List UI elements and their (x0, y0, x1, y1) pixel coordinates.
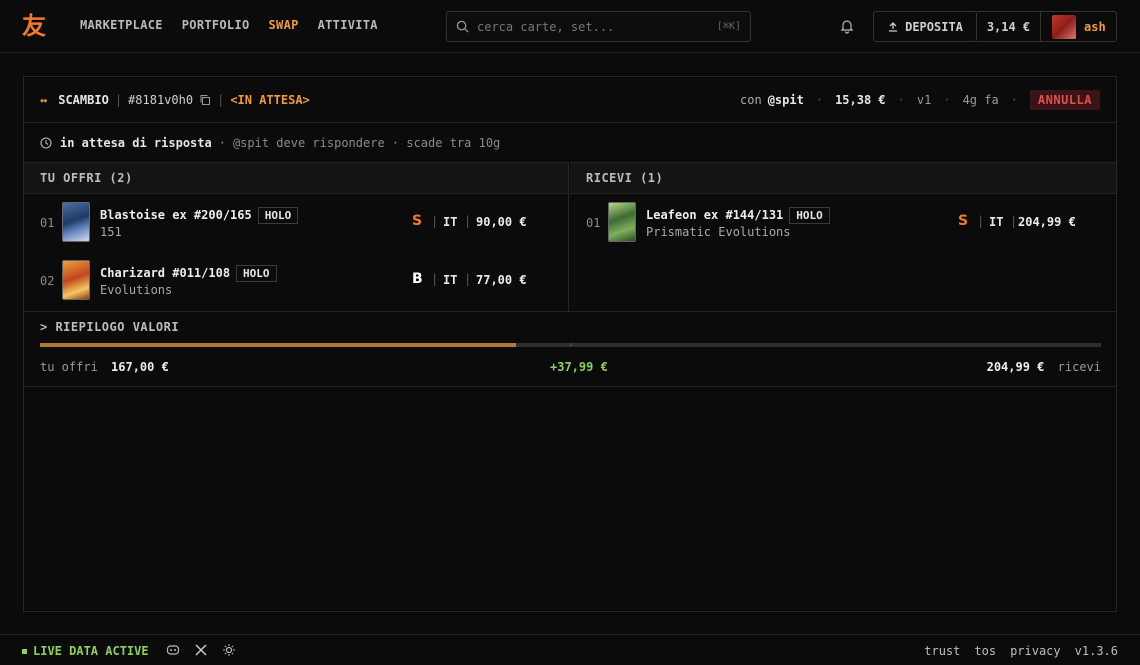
trade-id: #8181v0h0 (128, 92, 194, 107)
username: ash (1084, 19, 1106, 34)
trade-meta: con @spit · 15,38 € · v1 · 4g fa · ANNUL… (740, 90, 1100, 110)
row-index: 01 (586, 216, 601, 230)
card-language: IT (443, 215, 458, 229)
receive-header: RICEVI (1) (570, 162, 1116, 194)
receive-row[interactable]: 01 Leafeon ex #144/131 HOLO Prismatic Evo… (570, 194, 1116, 246)
card-set: Evolutions (100, 283, 173, 297)
nav-links: MARKETPLACE PORTFOLIO SWAP ATTIVITA (80, 18, 378, 32)
deposit-button[interactable]: DEPOSITA (873, 11, 977, 42)
trade-amount: 15,38 € (835, 93, 886, 107)
condition-badge: B (412, 271, 423, 287)
logo[interactable]: 友 (22, 13, 46, 39)
trade-title: SCAMBIO (58, 92, 109, 107)
receive-total: 204,99 € ricevi (987, 360, 1101, 374)
card-price: 204,99 € (1018, 215, 1076, 229)
row-index: 01 (40, 216, 55, 230)
live-indicator: LIVE DATA ACTIVE (22, 644, 149, 658)
footer-links: trust tos privacy v1.3.6 (924, 644, 1118, 658)
receive-column: RICEVI (1) 01 Leafeon ex #144/131 HOLO Pr… (570, 162, 1116, 312)
condition-badge: S (412, 213, 423, 229)
bell-icon[interactable] (839, 18, 855, 34)
footer-link-trust[interactable]: trust (924, 644, 960, 658)
offer-row[interactable]: 01 Blastoise ex #200/165 HOLO 151 S | IT … (24, 194, 568, 246)
offer-row[interactable]: 02 Charizard #011/108 HOLO Evolutions B |… (24, 252, 568, 304)
counterparty[interactable]: @spit (768, 93, 804, 107)
card-name: Blastoise ex #200/165 (100, 208, 252, 222)
nav-link-attivita[interactable]: ATTIVITA (318, 18, 378, 32)
nav-link-portfolio[interactable]: PORTFOLIO (182, 18, 250, 32)
card-image (62, 202, 90, 242)
holo-badge: HOLO (257, 207, 299, 224)
swap-icon: ↔ (40, 92, 48, 107)
card-name: Charizard #011/108 (100, 266, 231, 280)
offer-total-label: tu offri (40, 360, 98, 374)
trade-substatus: in attesa di risposta · @spit deve rispo… (24, 123, 1116, 162)
card-price: 90,00 € (476, 215, 527, 229)
card-language: IT (443, 273, 458, 287)
upload-icon (889, 21, 898, 32)
card-price: 77,00 € (476, 273, 527, 287)
card-set: Prismatic Evolutions (646, 225, 791, 239)
receive-total-value: 204,99 € (986, 360, 1045, 374)
search-placeholder: cerca carte, set... (477, 19, 615, 34)
trade-header: ↔ SCAMBIO | #8181v0h0 | <IN ATTESA> con … (24, 77, 1116, 123)
app-version: v1.3.6 (1074, 644, 1118, 658)
bar-midpoint (570, 343, 572, 347)
live-label: LIVE DATA ACTIVE (33, 644, 149, 658)
nav-link-swap[interactable]: SWAP (269, 18, 299, 32)
holo-badge: HOLO (236, 265, 277, 282)
balance[interactable]: 3,14 € (977, 11, 1040, 42)
card-name: Leafeon ex #144/131 (646, 208, 784, 222)
substatus-note: @spit deve rispondere · scade tra 10g (232, 135, 501, 150)
summary-header[interactable]: > RIEPILOGO VALORI (40, 320, 179, 334)
user-menu[interactable]: ash (1040, 11, 1117, 42)
discord-icon[interactable] (166, 643, 180, 657)
cancel-button[interactable]: ANNULLA (1029, 90, 1100, 110)
card-language: IT (989, 215, 1004, 229)
substatus-text: in attesa di risposta (60, 135, 212, 150)
trade-columns: TU OFFRI (2) 01 Blastoise ex #200/165 HOL… (24, 162, 1116, 312)
search-shortcut: [⌘K] (716, 21, 741, 32)
copy-icon[interactable] (199, 94, 211, 106)
theme-icon[interactable] (222, 643, 236, 657)
offer-share-fill (40, 343, 517, 347)
difference-value: +37,99 € (550, 360, 608, 374)
condition-badge: S (958, 213, 969, 229)
footer: LIVE DATA ACTIVE trust tos privacy v1.3.… (0, 634, 1140, 665)
clock-icon (40, 136, 52, 149)
search-icon (456, 20, 469, 33)
value-difference: +37,99 € (550, 360, 608, 374)
deposit-label: DEPOSITA (905, 19, 963, 34)
card-set: 151 (100, 225, 122, 239)
card-image (62, 260, 90, 300)
value-bar (40, 343, 1101, 347)
holo-badge: HOLO (789, 207, 830, 224)
nav-link-marketplace[interactable]: MARKETPLACE (80, 18, 163, 32)
top-nav: 友 MARKETPLACE PORTFOLIO SWAP ATTIVITA ce… (0, 0, 1140, 53)
x-icon[interactable] (194, 643, 208, 657)
with-label: con (740, 93, 762, 107)
avatar (1052, 14, 1076, 39)
card-image (608, 202, 636, 242)
offer-total: tu offri 167,00 € (40, 360, 169, 374)
search-input[interactable]: cerca carte, set... [⌘K] (446, 11, 751, 42)
trade-version: v1 (916, 93, 932, 107)
offer-column: TU OFFRI (2) 01 Blastoise ex #200/165 HOL… (24, 162, 569, 312)
footer-link-tos[interactable]: tos (974, 644, 996, 658)
offer-header: TU OFFRI (2) (24, 162, 568, 194)
offer-total-value: 167,00 € (111, 360, 169, 374)
live-dot (22, 648, 27, 654)
row-index: 02 (40, 274, 55, 288)
receive-total-label: ricevi (1057, 360, 1101, 374)
trade-panel: ↔ SCAMBIO | #8181v0h0 | <IN ATTESA> con … (23, 76, 1117, 612)
trade-age: 4g fa (962, 93, 999, 107)
social-links (166, 643, 236, 657)
footer-link-privacy[interactable]: privacy (1010, 644, 1061, 658)
value-summary: > RIEPILOGO VALORI tu offri 167,00 € +37… (24, 312, 1116, 387)
trade-status: <IN ATTESA> (230, 92, 310, 107)
